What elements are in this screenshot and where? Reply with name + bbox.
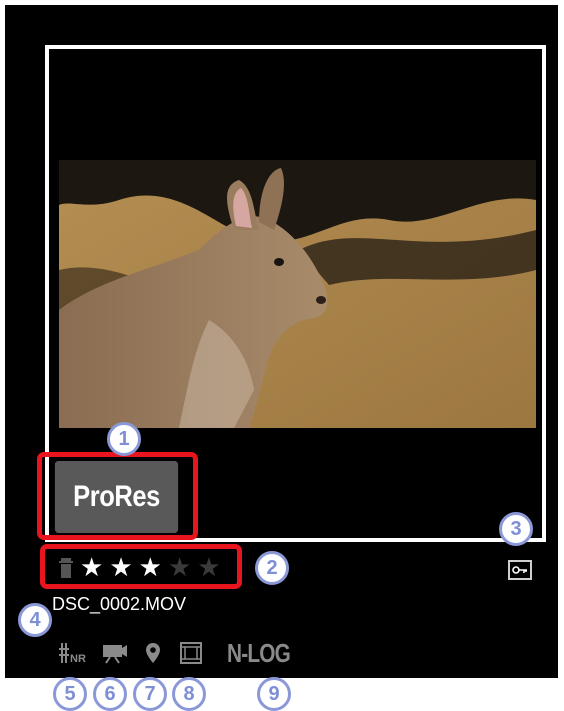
file-name: DSC_0002.MOV [52, 594, 187, 614]
prores-format-badge: ProRes [54, 461, 179, 533]
callout-6: 6 [93, 677, 127, 711]
movie-camera-icon [95, 642, 135, 664]
location-pin-icon [135, 642, 171, 664]
rating-star-5[interactable]: ★ [197, 555, 220, 581]
rating-star-1[interactable]: ★ [80, 555, 103, 581]
frame-size-icon [171, 642, 211, 664]
rating-star-3[interactable]: ★ [139, 555, 162, 581]
callout-9: 9 [257, 677, 291, 711]
callout-8: 8 [172, 677, 206, 711]
n-log-label: N-LOG [227, 637, 291, 668]
rating-star-4[interactable]: ★ [168, 555, 191, 581]
callout-2: 2 [255, 551, 289, 585]
high-iso-nr-icon: NR [55, 641, 89, 665]
callout-7: 7 [133, 677, 167, 711]
rating-star-2[interactable]: ★ [109, 555, 132, 581]
callout-1: 1 [107, 422, 141, 456]
video-thumbnail [59, 160, 536, 428]
rating-row[interactable]: ★ ★ ★ ★ ★ [58, 552, 221, 584]
callout-3: 3 [499, 512, 533, 546]
protect-key-icon [508, 560, 532, 580]
status-icons-row: NR N-LOG [55, 636, 306, 670]
n-log-indicator: N-LOG [227, 638, 306, 669]
callout-5: 5 [53, 677, 87, 711]
svg-text:NR: NR [70, 653, 86, 665]
callout-4: 4 [18, 603, 52, 637]
trash-icon [59, 558, 73, 578]
